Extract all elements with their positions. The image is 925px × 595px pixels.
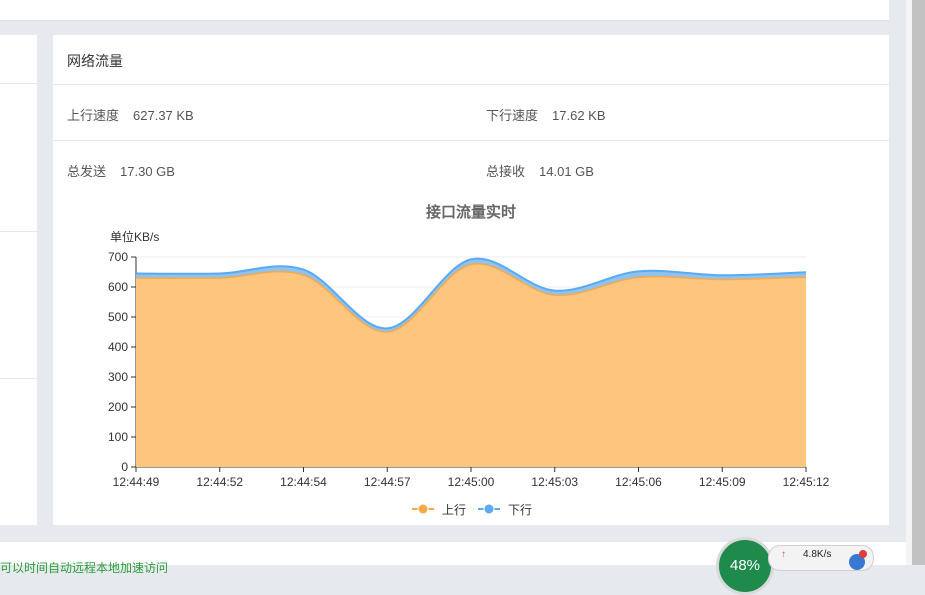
upload-speed-stat: 上行速度 627.37 KB (67, 105, 194, 124)
y-tick-label: 300 (108, 370, 128, 384)
notification-dot-icon (859, 550, 867, 558)
download-speed-label: 下行速度 (486, 108, 539, 123)
area-series-upload (136, 263, 806, 467)
x-tick-label: 12:44:54 (280, 475, 327, 489)
y-tick-label: 600 (108, 280, 128, 294)
chart-title: 接口流量实时 (425, 204, 516, 221)
y-tick-label: 500 (108, 310, 128, 324)
y-tick-label: 700 (108, 250, 128, 264)
left-divider (0, 378, 37, 379)
x-tick-label: 12:44:52 (196, 475, 243, 489)
traffic-chart: 0 100 200 300 400 500 600 700 单位KB/s 12:44:49 12:4… (108, 229, 830, 517)
x-tick-label: 12:45:03 (531, 475, 578, 489)
total-received-value: 14.01 GB (539, 164, 594, 179)
left-divider (0, 83, 37, 84)
legend-label: 上行 (442, 503, 466, 517)
net-speed-pill: ↑ 4.8K/s (768, 545, 874, 571)
upload-speed-value: 627.37 KB (133, 108, 194, 123)
y-tick-label: 400 (108, 340, 128, 354)
x-tick-label: 12:45:09 (699, 475, 746, 489)
left-panel (0, 35, 37, 525)
legend-marker (417, 503, 429, 515)
net-speed-value: 4.8K/s (803, 549, 832, 560)
memory-ball[interactable]: 48% (716, 537, 774, 595)
scrollbar[interactable] (906, 0, 925, 565)
x-tick-label: 12:45:12 (783, 475, 830, 489)
footer-link[interactable]: 可以时间自动远程本地加速访问 (0, 559, 168, 576)
download-speed-stat: 下行速度 17.62 KB (486, 105, 606, 124)
left-divider (0, 231, 37, 232)
top-panel (0, 0, 889, 21)
y-tick-label: 0 (121, 460, 128, 474)
y-axis-label: 单位KB/s (110, 229, 159, 244)
x-tick-label: 12:45:06 (615, 475, 662, 489)
legend-label: 下行 (508, 503, 532, 517)
divider (53, 140, 889, 141)
divider (53, 84, 889, 85)
panel-title: 网络流量 (67, 53, 123, 69)
x-tick-label: 12:44:49 (113, 475, 160, 489)
x-tick-label: 12:44:57 (364, 475, 411, 489)
legend-marker (483, 503, 495, 515)
y-tick-label: 200 (108, 400, 128, 414)
total-received-stat: 总接收 14.01 GB (486, 161, 594, 180)
total-sent-label: 总发送 (67, 164, 107, 179)
total-received-label: 总接收 (486, 164, 526, 179)
upload-arrow-icon: ↑ (781, 549, 786, 560)
total-sent-stat: 总发送 17.30 GB (67, 161, 175, 180)
speed-widget[interactable]: 48% ↑ 4.8K/s (716, 537, 876, 595)
total-sent-value: 17.30 GB (120, 164, 175, 179)
scrollbar-track (906, 0, 912, 565)
download-speed-value: 17.62 KB (552, 108, 606, 123)
y-tick-label: 100 (108, 430, 128, 444)
x-tick-label: 12:45:00 (448, 475, 495, 489)
upload-speed-label: 上行速度 (67, 108, 120, 123)
